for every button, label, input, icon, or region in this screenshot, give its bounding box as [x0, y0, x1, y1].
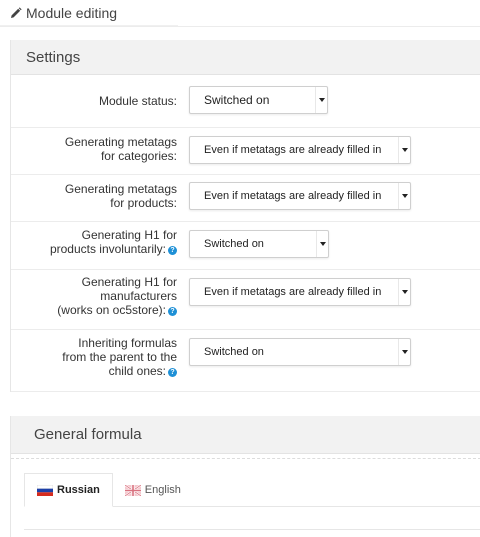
uk-flag-icon: [124, 483, 142, 497]
language-tabs-box: Russian English: [11, 458, 480, 537]
settings-heading: Settings: [11, 40, 480, 75]
setting-row-h1-manufacturers: Generating H1 for manufacturers (works o…: [11, 270, 480, 330]
help-icon[interactable]: ?: [168, 246, 177, 255]
help-icon[interactable]: ?: [168, 307, 177, 316]
setting-label: Inheriting formulas from the parent to t…: [62, 336, 177, 378]
chevron-down-icon: [315, 87, 327, 113]
chevron-down-icon: [398, 137, 410, 163]
tab-english[interactable]: English: [113, 473, 193, 507]
setting-row-metatags-categories: Generating metatags for categories: Even…: [11, 128, 480, 175]
settings-panel: Settings Module status: Switched on Gene…: [10, 40, 480, 392]
inherit-formulas-select[interactable]: Switched on: [189, 338, 411, 366]
setting-label: Generating H1 for products involuntarily…: [49, 228, 177, 256]
chevron-down-icon: [398, 183, 410, 209]
setting-label: Generating metatags for categories:: [64, 135, 177, 163]
general-formula-panel: General formula Russian English: [10, 416, 480, 537]
header-divider: [0, 26, 480, 27]
page-header: Module editing: [0, 0, 178, 26]
metatags-categories-select[interactable]: Even if metatags are already filled in: [189, 136, 411, 164]
pencil-icon: [10, 6, 23, 19]
language-tabs: Russian English: [24, 473, 480, 507]
page-title: Module editing: [26, 4, 118, 21]
chevron-down-icon: [398, 339, 410, 365]
russia-flag-icon: [36, 484, 54, 496]
setting-label: Generating H1 for manufacturers (works o…: [57, 275, 177, 317]
chevron-down-icon: [398, 279, 410, 305]
general-formula-heading: General formula: [11, 416, 480, 454]
setting-row-h1-products: Generating H1 for products involuntarily…: [11, 222, 480, 270]
help-icon[interactable]: ?: [168, 368, 177, 377]
setting-row-metatags-products: Generating metatags for products: Even i…: [11, 175, 480, 222]
chevron-down-icon: [316, 231, 328, 257]
metatags-products-select[interactable]: Even if metatags are already filled in: [189, 182, 411, 210]
h1-products-select[interactable]: Switched on: [189, 230, 329, 258]
setting-label: Module status:: [98, 94, 177, 108]
module-status-select[interactable]: Switched on: [189, 86, 328, 114]
h1-manufacturers-select[interactable]: Even if metatags are already filled in: [189, 278, 411, 306]
setting-row-inherit-formulas: Inheriting formulas from the parent to t…: [11, 330, 480, 392]
tab-content-divider: [24, 529, 480, 530]
tab-russian[interactable]: Russian: [24, 473, 113, 507]
setting-row-module-status: Module status: Switched on: [11, 75, 480, 128]
setting-label: Generating metatags for products:: [64, 182, 177, 210]
